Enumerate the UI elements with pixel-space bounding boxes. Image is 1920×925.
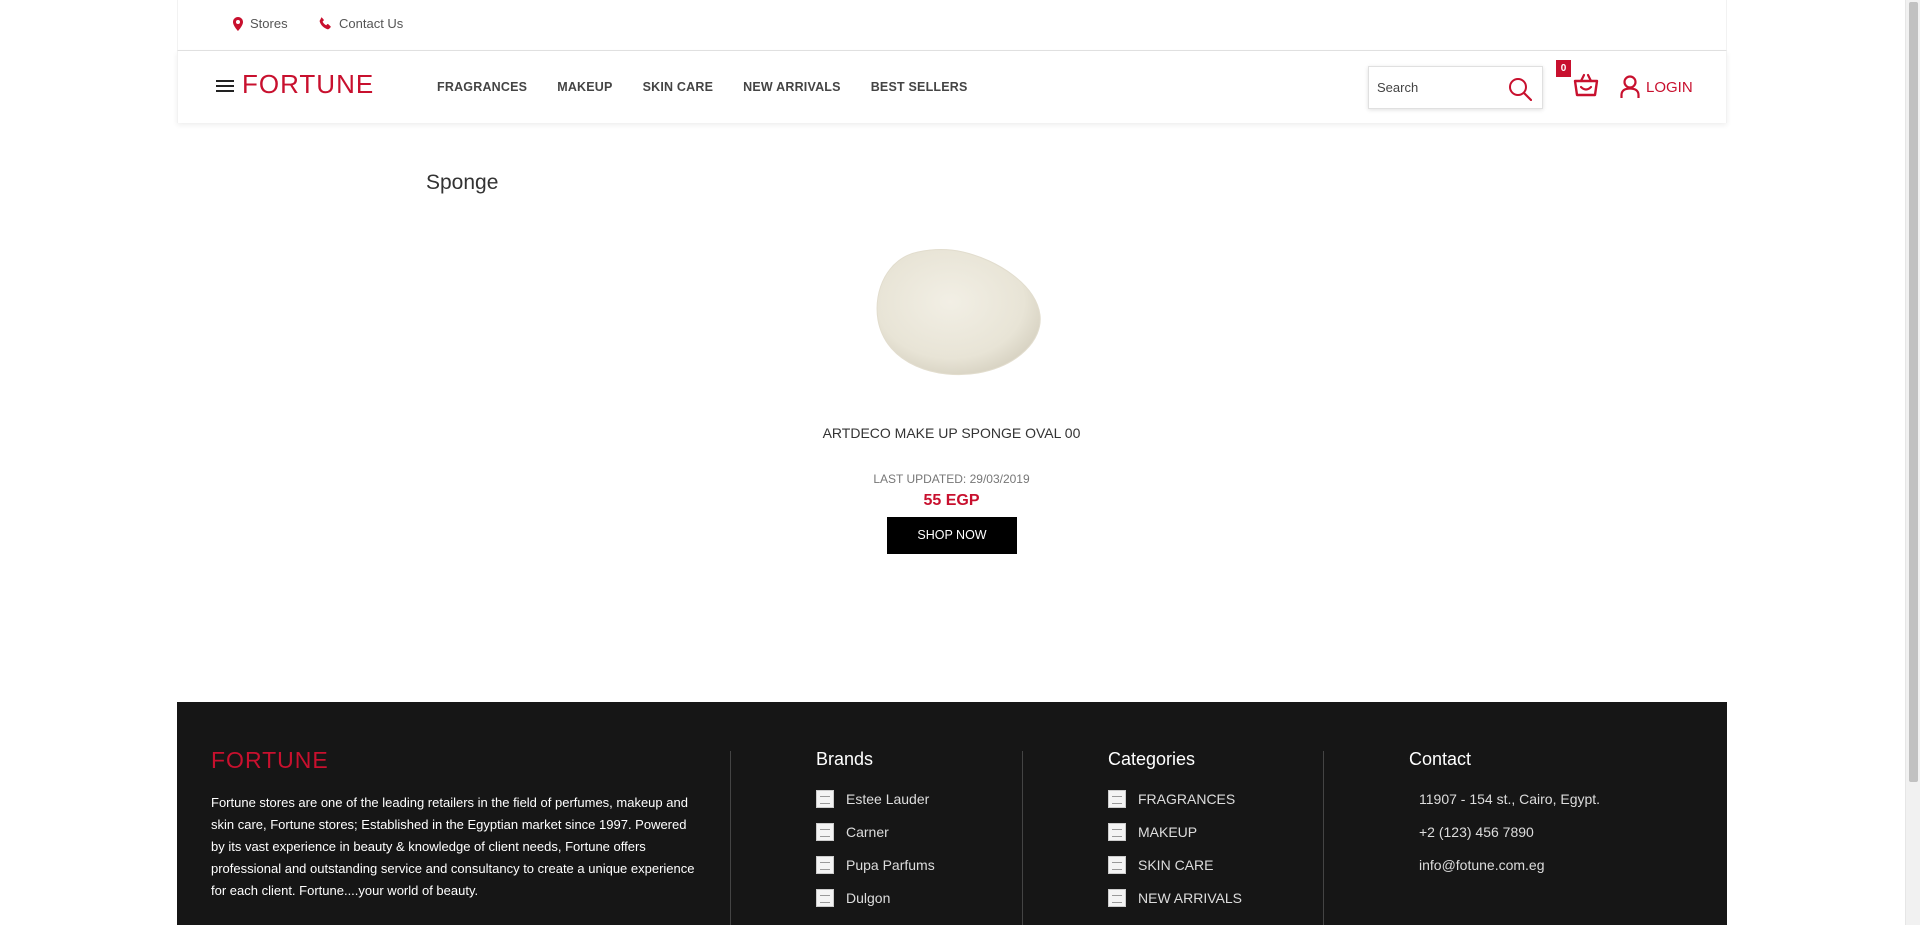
search-input[interactable] — [1369, 67, 1509, 108]
category-thumbnail-icon — [1108, 789, 1126, 808]
footer-divider — [730, 751, 731, 925]
contact-email[interactable]: info@fotune.com.eg — [1409, 848, 1600, 881]
login-link[interactable]: LOGIN — [1620, 75, 1693, 99]
phone-icon — [319, 17, 331, 30]
page-title: Sponge — [426, 171, 499, 194]
brand-logo-icon — [816, 789, 834, 808]
brand-item[interactable]: Carner — [816, 815, 935, 848]
contact-phone[interactable]: +2 (123) 456 7890 — [1409, 815, 1600, 848]
category-thumbnail-icon — [1108, 888, 1126, 907]
footer-divider — [1323, 751, 1324, 925]
footer-categories: Categories FRAGRANCES MAKEUP SKIN CARE N… — [1108, 749, 1242, 914]
nav-best-sellers[interactable]: BEST SELLERS — [871, 80, 968, 94]
category-label: FRAGRANCES — [1138, 790, 1236, 807]
brand-label: Pupa Parfums — [846, 856, 935, 873]
user-icon — [1620, 75, 1640, 98]
category-label: NEW ARRIVALS — [1138, 889, 1242, 906]
shopping-basket-icon[interactable] — [1573, 72, 1599, 98]
brand-label: Carner — [846, 823, 889, 840]
footer-brands: Brands Estee Lauder Carner Pupa Parfums … — [816, 749, 935, 914]
brand-logo-icon — [816, 888, 834, 907]
contact-us-label: Contact Us — [339, 16, 404, 31]
category-thumbnail-icon — [1108, 855, 1126, 874]
product-image[interactable] — [858, 240, 1058, 390]
footer-about-text: Fortune stores are one of the leading re… — [211, 795, 695, 898]
nav-new-arrivals[interactable]: NEW ARRIVALS — [743, 80, 841, 94]
category-item[interactable]: SKIN CARE — [1108, 848, 1242, 881]
footer-divider — [1022, 751, 1023, 925]
nav-makeup[interactable]: MAKEUP — [557, 80, 612, 94]
stores-link[interactable]: Stores — [233, 16, 288, 31]
footer-logo: FORTUNE — [211, 747, 329, 773]
map-pin-icon — [233, 16, 243, 31]
footer: FORTUNE Fortune stores are one of the le… — [177, 702, 1727, 925]
search-icon[interactable] — [1508, 77, 1532, 101]
category-item[interactable]: NEW ARRIVALS — [1108, 881, 1242, 914]
fortune-logo[interactable]: FORTUNE — [242, 69, 374, 100]
category-label: MAKEUP — [1138, 823, 1198, 840]
cart-count-badge: 0 — [1556, 60, 1571, 77]
stores-label: Stores — [250, 16, 288, 31]
brand-item[interactable]: Dulgon — [816, 881, 935, 914]
brand-logo-icon — [816, 822, 834, 841]
nav-fragrances[interactable]: FRAGRANCES — [437, 80, 527, 94]
categories-heading: Categories — [1108, 749, 1196, 769]
category-label: SKIN CARE — [1138, 856, 1214, 873]
product-name[interactable]: ARTDECO MAKE UP SPONGE OVAL 00 — [780, 425, 1123, 441]
product-price: 55 EGP — [923, 492, 980, 509]
scrollbar-thumb[interactable] — [1909, 2, 1918, 782]
main-header: FORTUNE FRAGRANCES MAKEUP SKIN CARE NEW … — [177, 51, 1727, 123]
main-nav: FRAGRANCES MAKEUP SKIN CARE NEW ARRIVALS… — [437, 80, 998, 94]
shop-now-button[interactable]: SHOP NOW — [887, 517, 1017, 554]
last-updated-text: LAST UPDATED: 29/03/2019 — [873, 472, 1030, 486]
category-item[interactable]: FRAGRANCES — [1108, 782, 1242, 815]
contact-address: 11907 - 154 st., Cairo, Egypt. — [1419, 790, 1601, 807]
page-scrollbar[interactable] — [1905, 0, 1920, 925]
brand-label: Dulgon — [846, 889, 891, 906]
page: Stores Contact Us FORTUNE FRAGRANCES MAK… — [0, 0, 1905, 925]
footer-contact: Contact 11907 - 154 st., Cairo, Egypt. +… — [1409, 749, 1600, 881]
top-bar: Stores Contact Us — [177, 0, 1727, 51]
brand-label: Estee Lauder — [846, 790, 930, 807]
contact-us-link[interactable]: Contact Us — [319, 16, 403, 31]
nav-skin-care[interactable]: SKIN CARE — [643, 80, 714, 94]
login-label: LOGIN — [1646, 78, 1693, 96]
contact-heading: Contact — [1409, 749, 1472, 769]
brand-item[interactable]: Estee Lauder — [816, 782, 935, 815]
hamburger-menu-icon[interactable] — [216, 80, 234, 94]
category-thumbnail-icon — [1108, 822, 1126, 841]
brand-logo-icon — [816, 855, 834, 874]
category-item[interactable]: MAKEUP — [1108, 815, 1242, 848]
brands-heading: Brands — [816, 749, 874, 769]
brand-item[interactable]: Pupa Parfums — [816, 848, 935, 881]
search-box — [1368, 66, 1543, 109]
